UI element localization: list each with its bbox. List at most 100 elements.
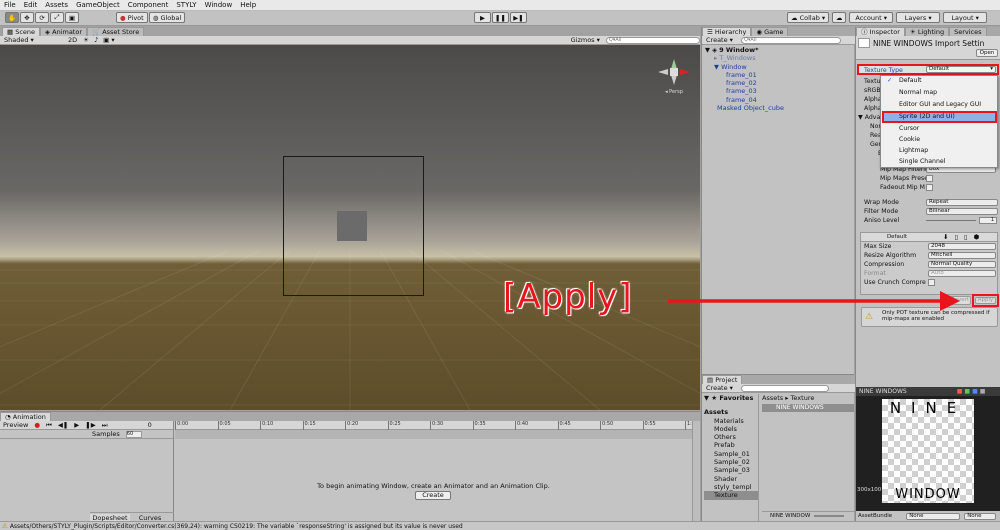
light-icon[interactable]: ☀	[83, 36, 89, 44]
texture-type-dropdown[interactable]: Default ▾	[926, 66, 996, 73]
tab-project[interactable]: ▤ Project	[702, 375, 743, 384]
menu-file[interactable]: File	[4, 0, 16, 11]
apply-button[interactable]: Apply	[975, 297, 996, 304]
pause-button[interactable]: ❚❚	[492, 12, 509, 23]
project-search-input[interactable]	[740, 384, 829, 392]
global-toggle[interactable]: ◍ Global	[148, 12, 186, 23]
prev-key-icon[interactable]: ◀❚	[58, 421, 68, 429]
menu-styly[interactable]: STYLY	[176, 0, 196, 11]
standalone-icon[interactable]: ⬇	[943, 233, 948, 241]
folder-item[interactable]: styly_templ	[704, 483, 758, 491]
layout-dropdown[interactable]: Layout ▾	[943, 12, 988, 23]
scene-gizmo[interactable]: ◂ Persp	[656, 57, 692, 97]
tab-animation[interactable]: ◔ Animation	[0, 412, 51, 421]
play-anim-icon[interactable]: ▶	[74, 421, 79, 429]
android-icon[interactable]: ▯	[964, 233, 968, 241]
first-key-icon[interactable]: ⏮	[46, 421, 52, 430]
tab-services[interactable]: Services	[949, 27, 987, 36]
asset-bundle-dropdown[interactable]: None	[906, 512, 961, 520]
channel-b-icon[interactable]: ■	[972, 388, 978, 395]
hierarchy-item[interactable]: ▸ T_Windows	[705, 54, 853, 62]
project-create-button[interactable]: Create ▾	[706, 384, 733, 392]
compression-dropdown[interactable]: Normal Quality	[928, 261, 996, 268]
hierarchy-item[interactable]: frame_02	[705, 79, 853, 87]
tab-lighting[interactable]: ☀ Lighting	[904, 27, 950, 36]
menu-option-editor-gui[interactable]: Editor GUI and Legacy GUI	[881, 100, 997, 109]
effects-icon[interactable]: ▣ ▾	[103, 36, 114, 44]
hierarchy-item-scene[interactable]: ▼ ◈ 9 Window*	[705, 46, 853, 54]
mode-2d-toggle[interactable]: 2D	[68, 36, 77, 44]
max-size-dropdown[interactable]: 2048	[928, 243, 996, 250]
menu-option-default[interactable]: ✓ Default	[881, 76, 997, 85]
hierarchy-item[interactable]: frame_01	[705, 71, 853, 79]
scene-search-input[interactable]: Q▾All	[605, 36, 700, 44]
layers-dropdown[interactable]: Layers ▾	[896, 12, 941, 23]
hierarchy-search-input[interactable]: Q▾All	[740, 36, 841, 44]
filter-mode-dropdown[interactable]: Bilinear	[926, 208, 998, 215]
gizmos-dropdown[interactable]: Gizmos ▾	[571, 36, 600, 44]
hand-tool-icon[interactable]: ✋	[5, 12, 19, 23]
pivot-toggle[interactable]: ● Pivot	[116, 12, 148, 23]
animation-timeline[interactable]: 0:00 0:05 0:10 0:15 0:20 0:25 0:30 0:35 0:40 0:45…	[175, 421, 698, 522]
menu-edit[interactable]: Edit	[24, 0, 38, 11]
move-tool-icon[interactable]: ✥	[20, 12, 34, 23]
preview-toggle[interactable]: Preview	[3, 421, 28, 429]
tab-inspector[interactable]: ⓘ Inspector	[856, 27, 905, 36]
folder-item[interactable]: Sample_02	[704, 458, 758, 466]
webgl-icon[interactable]: ⬢	[974, 233, 980, 241]
menu-option-lightmap[interactable]: Lightmap	[881, 146, 997, 155]
tab-hierarchy[interactable]: ☰ Hierarchy	[702, 27, 752, 36]
channel-a-icon[interactable]: ■	[980, 388, 986, 395]
status-message[interactable]: Assets/Others/STYLY_Plugin/Scripts/Edito…	[10, 523, 463, 530]
hierarchy-item[interactable]: ▼ Window	[705, 63, 853, 71]
platform-default-tab[interactable]: Default	[861, 234, 933, 240]
masked-cube[interactable]	[337, 211, 367, 241]
hierarchy-item[interactable]: Masked Object_cube	[705, 104, 853, 112]
menu-option-cursor[interactable]: Cursor	[881, 124, 997, 133]
menu-option-sprite[interactable]: Sprite (2D and UI)	[882, 111, 997, 123]
asset-bundle-variant-dropdown[interactable]: None	[964, 512, 997, 520]
wrap-mode-dropdown[interactable]: Repeat	[926, 199, 998, 206]
aniso-slider[interactable]	[926, 220, 976, 221]
last-key-icon[interactable]: ⏭	[102, 421, 108, 430]
menu-option-normal-map[interactable]: Normal map	[881, 88, 997, 97]
fadeout-checkbox[interactable]	[926, 184, 933, 191]
resize-dropdown[interactable]: Mitchell	[928, 252, 996, 259]
create-animation-button[interactable]: Create	[415, 491, 451, 500]
next-key-icon[interactable]: ❚▶	[85, 421, 95, 429]
channel-r-icon[interactable]: ■	[957, 388, 963, 395]
folder-item[interactable]: Shader	[704, 475, 758, 483]
play-button[interactable]: ▶	[474, 12, 491, 23]
samples-field[interactable]: 60	[125, 430, 142, 438]
account-dropdown[interactable]: Account ▾	[849, 12, 894, 23]
menu-option-single-channel[interactable]: Single Channel	[881, 157, 997, 166]
mip-preserve-checkbox[interactable]	[926, 175, 933, 182]
record-icon[interactable]: ●	[34, 421, 40, 429]
breadcrumb-label[interactable]: Assets ▸ Texture	[762, 394, 814, 402]
scale-tool-icon[interactable]: ⤢	[50, 12, 64, 23]
step-button[interactable]: ▶❚	[510, 12, 527, 23]
menu-option-cookie[interactable]: Cookie	[881, 135, 997, 144]
animation-scrollbar[interactable]	[692, 421, 700, 522]
tab-scene[interactable]: ▦ Scene	[2, 27, 41, 36]
hierarchy-item[interactable]: frame_03	[705, 87, 853, 95]
scene-view[interactable]: ◂ Persp [Apply]	[0, 45, 700, 410]
rotate-tool-icon[interactable]: ⟳	[35, 12, 49, 23]
folder-item[interactable]: Sample_01	[704, 450, 758, 458]
hierarchy-item[interactable]: frame_04	[705, 96, 853, 104]
tab-animator[interactable]: ◈ Animator	[40, 27, 88, 36]
tab-game[interactable]: ◉ Game	[751, 27, 789, 36]
texture-type-row[interactable]: Texture Type Default ▾	[857, 64, 999, 75]
collab-button[interactable]: ☁ Collab ▾	[787, 12, 830, 23]
format-dropdown[interactable]: Auto	[928, 270, 996, 277]
open-button[interactable]: Open	[976, 49, 998, 57]
cloud-icon[interactable]: ☁	[832, 12, 847, 23]
menu-gameobject[interactable]: GameObject	[76, 0, 120, 11]
folder-item[interactable]: Sample_03	[704, 466, 758, 474]
folder-item[interactable]: Others	[704, 433, 758, 441]
icon-size-slider[interactable]	[814, 515, 845, 517]
frame-field[interactable]: 0	[148, 421, 152, 429]
menu-assets[interactable]: Assets	[45, 0, 68, 11]
channel-g-icon[interactable]: ■	[964, 388, 970, 395]
tab-asset-store[interactable]: 🛒 Asset Store	[87, 27, 145, 36]
